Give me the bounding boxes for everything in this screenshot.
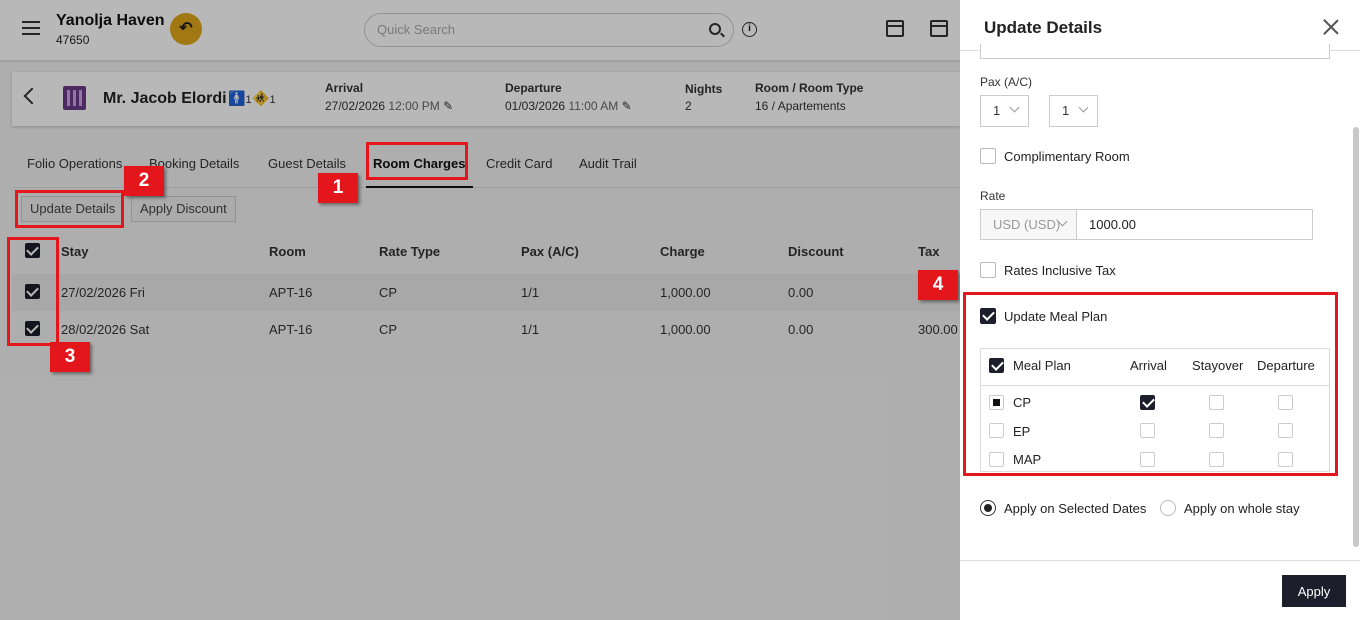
update-details-panel: Update Details Pax (A/C) 1 1 Complimenta…: [960, 0, 1360, 620]
rates-inclusive-checkbox[interactable]: [980, 262, 996, 278]
complimentary-checkbox[interactable]: [980, 148, 996, 164]
panel-footer-divider: [960, 560, 1360, 561]
highlight-update-details: [15, 190, 124, 228]
modal-overlay[interactable]: [0, 0, 960, 620]
currency-select: USD (USD): [980, 209, 1077, 240]
rates-inclusive-label: Rates Inclusive Tax: [1004, 263, 1116, 278]
scrollbar[interactable]: [1353, 127, 1359, 547]
close-icon[interactable]: [1322, 18, 1340, 36]
previous-field-bottom: [980, 44, 1330, 59]
highlight-checkboxes: [7, 237, 59, 346]
annotation-tag-2: 2: [124, 166, 164, 196]
pax-adults-select[interactable]: 1: [980, 95, 1029, 127]
currency-value: USD (USD): [993, 217, 1061, 232]
annotation-tag-3: 3: [50, 342, 90, 372]
chevron-down-icon: [1009, 102, 1020, 113]
annotation-tag-4: 4: [918, 270, 958, 300]
pax-adults-value: 1: [993, 103, 1001, 118]
annotation-tag-1: 1: [318, 173, 358, 203]
pax-children-value: 1: [1062, 103, 1070, 118]
apply-selected-dates-radio[interactable]: [980, 500, 996, 516]
rate-label: Rate: [980, 189, 1006, 203]
pax-children-select[interactable]: 1: [1049, 95, 1098, 127]
apply-whole-stay-label: Apply on whole stay: [1184, 501, 1300, 516]
rate-input[interactable]: 1000.00: [1076, 209, 1313, 240]
apply-selected-dates-label: Apply on Selected Dates: [1004, 501, 1147, 516]
panel-title: Update Details: [984, 18, 1103, 37]
complimentary-label: Complimentary Room: [1004, 149, 1130, 164]
highlight-meal-plan: [963, 292, 1338, 476]
pax-label: Pax (A/C): [980, 75, 1033, 89]
highlight-room-charges: [366, 142, 468, 180]
apply-button[interactable]: Apply: [1282, 575, 1346, 607]
apply-whole-stay-radio[interactable]: [1160, 500, 1176, 516]
chevron-down-icon: [1078, 102, 1089, 113]
